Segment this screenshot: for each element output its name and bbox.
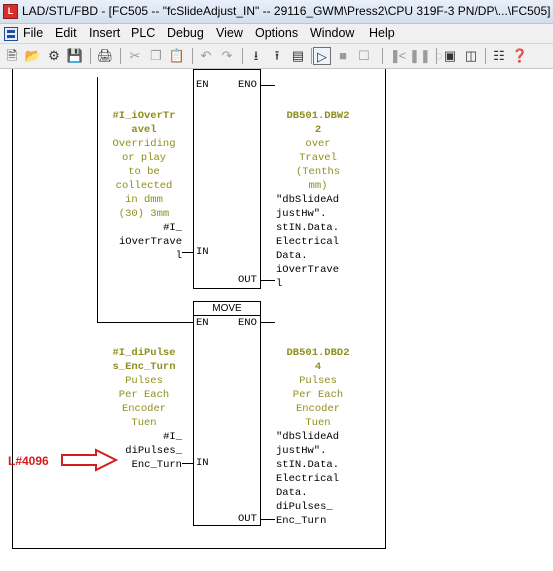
block2-name: MOVE xyxy=(212,303,242,314)
network-editor[interactable]: EN ENO IN OUT #I_iOverTr avel Overriding… xyxy=(0,69,553,571)
contact-open-icon[interactable]: ❚< xyxy=(388,47,406,65)
block1-in-pin xyxy=(182,252,193,253)
menu-plc[interactable]: PLC xyxy=(131,26,155,40)
menu-debug[interactable]: Debug xyxy=(167,26,204,40)
block1-input-symbol[interactable]: #I_iOverTr avel xyxy=(102,109,186,137)
block1-out-pin xyxy=(260,280,275,281)
details-icon[interactable]: ☷ xyxy=(490,47,508,65)
block1-input-address[interactable]: #I_ iOverTrave l xyxy=(102,221,182,263)
block2-in-pin xyxy=(182,463,193,464)
block2-out-pin xyxy=(260,519,275,520)
cut-icon[interactable]: ✂ xyxy=(126,47,144,65)
block1-in-label: IN xyxy=(196,246,209,258)
menu-bar: File Edit Insert PLC Debug View Options … xyxy=(0,24,553,44)
eno-line-1 xyxy=(260,85,275,86)
network-icon[interactable]: ▷ xyxy=(313,47,331,65)
print-icon[interactable]: 🖨 xyxy=(96,47,114,65)
annotation-arrow-icon xyxy=(61,448,119,472)
paste-icon[interactable]: 📋 xyxy=(168,47,186,65)
save-icon[interactable]: 💾 xyxy=(66,47,84,65)
en-branch-line xyxy=(97,77,98,323)
annotation-text: L#4096 xyxy=(8,454,49,468)
copy-icon[interactable]: ❐ xyxy=(147,47,165,65)
right-border xyxy=(385,69,386,549)
block2-output-symbol[interactable]: DB501.DBD2 4 xyxy=(276,346,360,374)
block2-en-label: EN xyxy=(196,317,209,329)
modify-icon[interactable]: ☐ xyxy=(355,47,373,65)
menu-insert[interactable]: Insert xyxy=(89,26,120,40)
accessible-nodes-icon[interactable]: ⚙ xyxy=(45,47,63,65)
network-bottom-border xyxy=(12,548,386,549)
app-icon[interactable]: L xyxy=(3,4,18,19)
document-menu-icon[interactable] xyxy=(4,27,18,41)
window-title: LAD/STL/FBD - [FC505 -- "fcSlideAdjust_I… xyxy=(22,4,551,18)
open-icon[interactable]: 📂 xyxy=(24,47,42,65)
menu-window[interactable]: Window xyxy=(310,26,354,40)
overview-icon[interactable]: ▣ xyxy=(441,47,459,65)
menu-file[interactable]: File xyxy=(23,26,43,40)
block1-output-symbol[interactable]: DB501.DBW2 2 xyxy=(276,109,360,137)
menu-help[interactable]: Help xyxy=(369,26,395,40)
menu-view[interactable]: View xyxy=(216,26,243,40)
block1-input-comment: Overriding or play to be collected in dm… xyxy=(112,138,176,220)
help-icon[interactable]: ❓ xyxy=(511,47,529,65)
upload-icon[interactable]: ⭱ xyxy=(268,47,286,65)
block2-input-symbol[interactable]: #I_diPulse s_Enc_Turn xyxy=(102,346,186,374)
download-icon[interactable]: ⭳ xyxy=(247,47,265,65)
block2-output-comment: Pulses Per Each Encoder Tuen xyxy=(292,375,344,429)
redo-icon[interactable]: ↷ xyxy=(218,47,236,65)
new-icon[interactable]: 🗎 xyxy=(3,47,21,65)
block2-eno-pin xyxy=(260,322,275,323)
parameter-icon[interactable]: ■ xyxy=(334,47,352,65)
block2-eno-label: ENO xyxy=(238,317,257,329)
contact-closed-icon[interactable]: ❚❚ xyxy=(409,47,431,65)
block2-out-label: OUT xyxy=(238,513,257,525)
block1-output-comment: over Travel (Tenths mm) xyxy=(295,138,341,192)
toolbar: 🗎 📂 ⚙ 💾 🖨 ✂ ❐ 📋 ↶ ↷ ⭳ ⭱ ▤ ▷ ■ ☐ ❚< ❚❚ ◌ … xyxy=(0,44,553,69)
monitor-icon[interactable]: ▤ xyxy=(289,47,307,65)
menu-edit[interactable]: Edit xyxy=(55,26,77,40)
block1-eno-label: ENO xyxy=(238,79,257,91)
undo-icon[interactable]: ↶ xyxy=(197,47,215,65)
en-connection-line xyxy=(97,322,194,323)
block1-output-address[interactable]: "dbSlideAd justHw". stIN.Data. Electrica… xyxy=(276,193,339,291)
block2-input-comment: Pulses Per Each Encoder Tuen xyxy=(118,375,170,429)
left-power-rail xyxy=(12,69,13,549)
menu-options[interactable]: Options xyxy=(255,26,298,40)
block1-out-label: OUT xyxy=(238,274,257,286)
move-block-2[interactable] xyxy=(193,301,261,526)
block2-in-label: IN xyxy=(196,457,209,469)
block2-output-address[interactable]: "dbSlideAd justHw". stIN.Data. Electrica… xyxy=(276,430,339,528)
block1-en-label: EN xyxy=(196,79,209,91)
catalog-icon[interactable]: ◫ xyxy=(462,47,480,65)
title-bar: L LAD/STL/FBD - [FC505 -- "fcSlideAdjust… xyxy=(0,0,553,24)
